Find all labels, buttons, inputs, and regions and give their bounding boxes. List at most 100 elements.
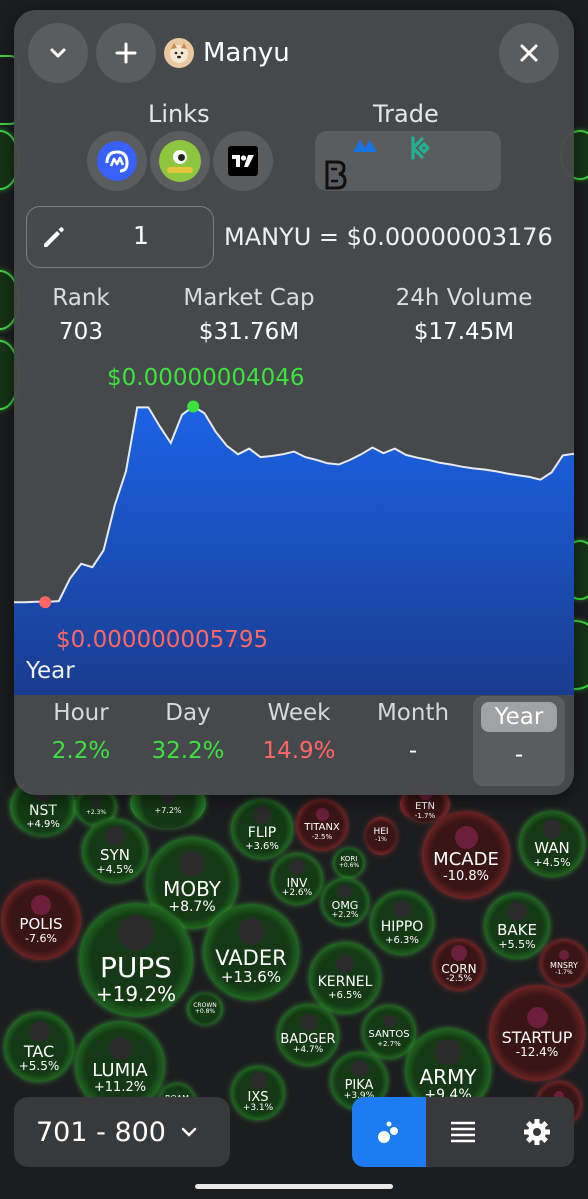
bubbles-icon bbox=[378, 1121, 398, 1143]
bitget-icon bbox=[325, 160, 347, 190]
coin-symbol: BAKE bbox=[497, 921, 537, 940]
rank-range-select[interactable]: 701 - 800 bbox=[14, 1097, 230, 1167]
bubbles-view-button[interactable] bbox=[352, 1097, 426, 1167]
coin-bubble[interactable]: BAKE +5.5% bbox=[484, 893, 550, 959]
coin-bubble[interactable]: BADGER +4.7% bbox=[277, 1004, 339, 1066]
coin-logo-icon bbox=[31, 895, 51, 916]
coin-bubble[interactable]: IXS +3.1% bbox=[231, 1066, 285, 1120]
coinmarketcap-link[interactable] bbox=[87, 131, 147, 191]
trade-links-group bbox=[315, 131, 501, 191]
coin-change: +0.6% bbox=[338, 862, 360, 870]
coin-logo-icon bbox=[393, 900, 411, 919]
coin-logo-icon bbox=[454, 825, 478, 849]
coin-bubble[interactable]: WAN +4.5% bbox=[519, 811, 585, 877]
tradingview-icon bbox=[228, 146, 258, 176]
coin-bubble[interactable]: PUPS +19.2% bbox=[79, 903, 193, 1017]
plus-icon bbox=[115, 42, 137, 64]
period-change: - bbox=[514, 742, 524, 768]
coin-symbol: ARMY bbox=[419, 1064, 477, 1089]
coin-symbol: BADGER bbox=[280, 1031, 336, 1047]
tradingview-link[interactable] bbox=[213, 131, 273, 191]
coin-bubble[interactable]: STARTUP -12.4% bbox=[489, 985, 585, 1081]
coin-bubble[interactable]: CORN -2.5% bbox=[433, 939, 485, 991]
min-point bbox=[39, 596, 52, 609]
coin-bubble[interactable]: INV +2.6% bbox=[271, 853, 323, 905]
settings-button[interactable] bbox=[500, 1097, 574, 1167]
period-label: Week bbox=[267, 700, 331, 726]
pencil-icon bbox=[44, 227, 64, 247]
coin-bubble[interactable]: TITANX -2.5% bbox=[296, 799, 348, 851]
period-month[interactable]: Month - bbox=[358, 700, 468, 764]
coin-symbol: SYN bbox=[100, 846, 130, 865]
rank-range-value: 701 - 800 bbox=[36, 1116, 166, 1148]
period-day[interactable]: Day 32.2% bbox=[133, 700, 243, 764]
chart-period-label: Year bbox=[26, 658, 75, 684]
coin-change: +6.3% bbox=[385, 934, 419, 946]
coin-bubble[interactable]: OMG +2.2% bbox=[321, 878, 369, 926]
coin-bubble[interactable]: SYN +4.5% bbox=[82, 819, 148, 883]
close-button[interactable] bbox=[499, 23, 559, 83]
coin-bubble[interactable]: HEI -1% bbox=[365, 817, 397, 855]
coin-logo-icon bbox=[108, 1036, 132, 1060]
coin-logo-icon bbox=[382, 1015, 396, 1029]
list-view-button[interactable] bbox=[426, 1097, 500, 1167]
period-label: Hour bbox=[53, 700, 109, 726]
amount-field[interactable]: 1 bbox=[26, 206, 214, 268]
coin-bubble[interactable]: HIPPO +6.3% bbox=[370, 891, 434, 955]
bitget-link[interactable] bbox=[323, 159, 349, 195]
rank-value: 703 bbox=[59, 319, 103, 345]
coin-bubble[interactable]: POLIS -7.6% bbox=[1, 880, 81, 960]
coin-change: +2.6% bbox=[281, 888, 313, 899]
coin-symbol: WAN bbox=[534, 839, 570, 858]
coin-bubble[interactable]: TAC +5.5% bbox=[4, 1012, 74, 1082]
coin-logo-icon bbox=[289, 858, 305, 875]
volume-label: 24h Volume bbox=[395, 285, 533, 311]
collapse-button[interactable] bbox=[28, 23, 88, 83]
coin-change: +7.2% bbox=[154, 805, 182, 815]
mexc-link[interactable] bbox=[351, 136, 379, 160]
coin-symbol: MCADE bbox=[433, 848, 499, 870]
coin-logo-icon bbox=[350, 1059, 368, 1077]
coin-bubble[interactable]: CROWN +0.8% bbox=[187, 993, 223, 1025]
coin-symbol: HIPPO bbox=[380, 919, 424, 936]
coin-bubble[interactable]: KERNEL +6.5% bbox=[309, 942, 381, 1014]
coin-logo-icon bbox=[249, 1071, 267, 1089]
trade-label: Trade bbox=[373, 100, 439, 128]
coin-logo-icon bbox=[451, 944, 467, 961]
coin-bubble[interactable]: KORI +0.6% bbox=[333, 848, 365, 878]
coin-symbol: PUPS bbox=[99, 951, 173, 985]
coin-logo-icon bbox=[105, 826, 125, 847]
coin-symbol: VADER bbox=[215, 946, 287, 971]
coin-bubble[interactable]: VADER +13.6% bbox=[203, 904, 299, 1000]
coin-change: +5.5% bbox=[498, 937, 536, 951]
coin-symbol: KERNEL bbox=[317, 974, 373, 991]
coingecko-link[interactable] bbox=[150, 131, 210, 191]
period-week[interactable]: Week 14.9% bbox=[244, 700, 354, 764]
kucoin-link[interactable] bbox=[407, 135, 435, 165]
period-hour[interactable]: Hour 2.2% bbox=[26, 700, 136, 764]
chart-max-label: $0.00000004046 bbox=[107, 365, 305, 391]
add-button[interactable] bbox=[96, 23, 156, 83]
chevron-down-icon bbox=[181, 1127, 197, 1137]
period-year[interactable]: Year - bbox=[473, 696, 565, 786]
coin-bubble[interactable]: FLIP +3.6% bbox=[231, 799, 293, 859]
coin-change: +3.1% bbox=[242, 1103, 274, 1114]
coin-bubble[interactable]: MNSRY -1.7% bbox=[540, 939, 588, 987]
coin-logo-icon bbox=[179, 850, 205, 877]
coin-logo-icon bbox=[542, 819, 562, 840]
chevron-down-icon bbox=[50, 48, 66, 58]
coin-bubble[interactable]: SANTOS +2.7% bbox=[362, 1005, 416, 1059]
coin-detail-panel: Manyu Links Trade 1 MANYU = $0.000000031… bbox=[14, 10, 574, 795]
close-icon bbox=[520, 44, 538, 62]
coin-change: -1.7% bbox=[414, 811, 436, 820]
period-change: 14.9% bbox=[262, 738, 336, 764]
period-label: Day bbox=[165, 700, 211, 726]
coin-logo-icon bbox=[28, 1020, 50, 1042]
coin-bubble[interactable]: MCADE -10.8% bbox=[422, 811, 510, 899]
coin-logo-icon bbox=[164, 38, 194, 68]
coin-change: +19.2% bbox=[95, 981, 177, 1006]
chart-min-label: $0.000000005795 bbox=[56, 627, 269, 653]
coin-change: -1.7% bbox=[555, 968, 573, 976]
coin-change: -7.6% bbox=[25, 931, 57, 945]
period-change: 32.2% bbox=[151, 738, 225, 764]
